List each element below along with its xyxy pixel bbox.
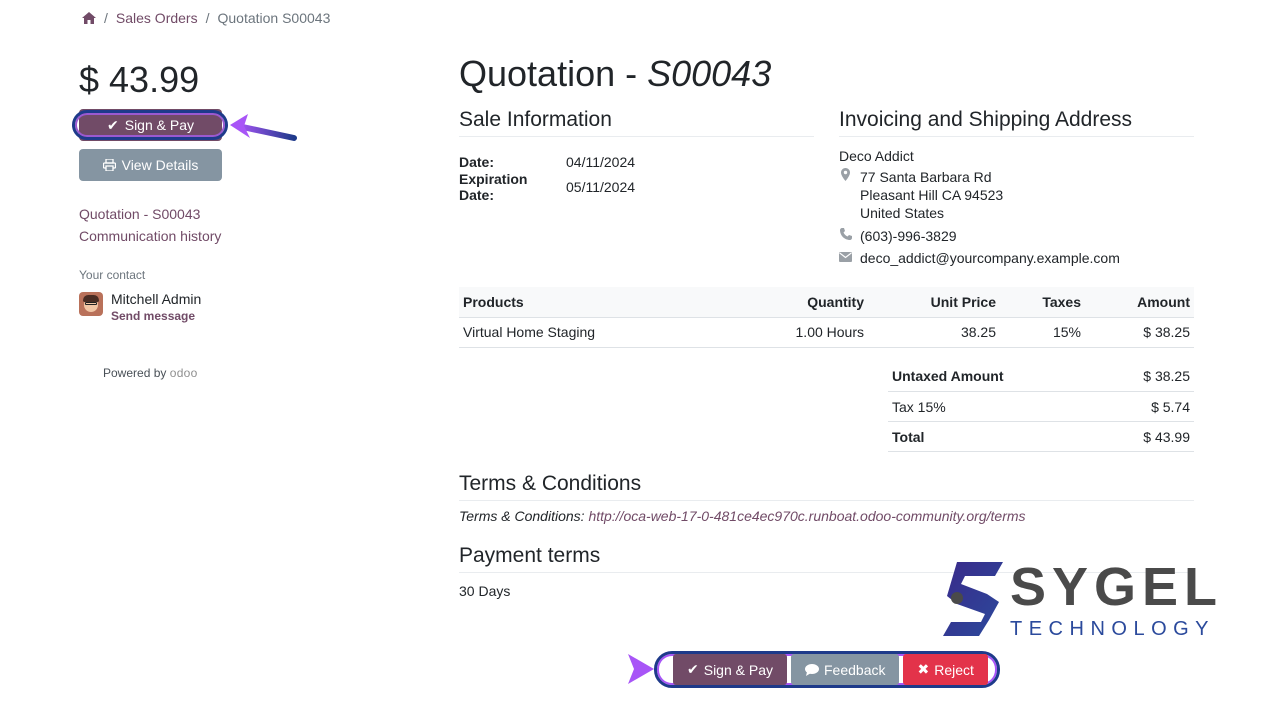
highlight-ring bbox=[72, 110, 228, 140]
cell-amount: $ 38.25 bbox=[1085, 317, 1194, 348]
contact-name: Mitchell Admin bbox=[111, 291, 202, 307]
total-price: $ 43.99 bbox=[79, 59, 200, 100]
page-title: Quotation - S00043 bbox=[459, 53, 772, 94]
check-icon: ✔ bbox=[687, 661, 699, 677]
col-unit-price: Unit Price bbox=[868, 287, 1000, 318]
breadcrumb-separator: / bbox=[104, 10, 108, 26]
untaxed-row: Untaxed Amount $ 38.25 bbox=[888, 361, 1194, 392]
view-details-button[interactable]: View Details bbox=[79, 149, 222, 181]
sygel-subtitle: TECHNOLOGY bbox=[1010, 618, 1216, 640]
address-heading: Invoicing and Shipping Address bbox=[839, 108, 1194, 137]
total-label: Total bbox=[888, 421, 1098, 452]
address-country: United States bbox=[860, 205, 945, 221]
sidebar-links: Quotation - S00043 Communication history bbox=[79, 206, 319, 244]
arrow-left-annotation bbox=[230, 114, 297, 141]
quotation-number: S00043 bbox=[647, 53, 772, 94]
info-row: Sale Information Date: 04/11/2024 Expira… bbox=[459, 108, 1194, 267]
col-quantity: Quantity bbox=[748, 287, 868, 318]
sale-information: Sale Information Date: 04/11/2024 Expira… bbox=[459, 108, 814, 267]
powered-by: Powered by odoo bbox=[103, 366, 198, 380]
comment-icon bbox=[805, 663, 819, 676]
cell-unit-price: 38.25 bbox=[868, 317, 1000, 348]
link-communication-history[interactable]: Communication history bbox=[79, 228, 319, 244]
sale-info-heading: Sale Information bbox=[459, 108, 814, 137]
send-message-link[interactable]: Send message bbox=[111, 309, 201, 323]
contact-card: Mitchell Admin Send message bbox=[79, 291, 319, 323]
expiration-value: 05/11/2024 bbox=[566, 178, 636, 195]
address-section: Invoicing and Shipping Address Deco Addi… bbox=[839, 108, 1194, 267]
terms-link[interactable]: http://oca-web-17-0-481ce4ec970c.runboat… bbox=[588, 508, 1025, 524]
bottom-sign-pay-label: Sign & Pay bbox=[703, 661, 773, 678]
address-street: 77 Santa Barbara Rd bbox=[860, 169, 992, 185]
arrow-right-annotation bbox=[555, 654, 654, 684]
phone-icon bbox=[839, 227, 852, 245]
odoo-logo: odoo bbox=[169, 366, 198, 380]
cell-product: Virtual Home Staging bbox=[459, 317, 748, 348]
link-quotation[interactable]: Quotation - S00043 bbox=[79, 206, 319, 222]
sygel-logo: SYGEL TECHNOLOGY bbox=[943, 560, 1217, 640]
cell-quantity: 1.00 Hours bbox=[748, 317, 868, 348]
date-label: Date: bbox=[459, 153, 495, 170]
table-row: Virtual Home Staging 1.00 Hours 38.25 15… bbox=[459, 317, 1194, 348]
feedback-button[interactable]: Feedback bbox=[791, 654, 900, 685]
view-details-label: View Details bbox=[121, 157, 199, 173]
map-marker-icon bbox=[839, 168, 852, 222]
expiration-label: Expiration Date: bbox=[459, 170, 528, 203]
products-table: Products Quantity Unit Price Taxes Amoun… bbox=[459, 287, 1194, 348]
breadcrumb-current: Quotation S00043 bbox=[217, 10, 331, 26]
terms-heading: Terms & Conditions bbox=[459, 472, 1194, 501]
tax-value: $ 5.74 bbox=[1097, 391, 1194, 422]
envelope-icon bbox=[839, 249, 852, 267]
cell-taxes: 15% bbox=[1000, 317, 1085, 348]
address-city: Pleasant Hill CA 94523 bbox=[860, 187, 1004, 203]
bottom-sign-pay-button[interactable]: ✔ Sign & Pay bbox=[673, 654, 787, 685]
tax-label: Tax 15% bbox=[888, 391, 1098, 422]
print-icon bbox=[102, 159, 116, 171]
avatar bbox=[79, 292, 103, 316]
bottom-action-bar: ✔ Sign & Pay Feedback ✖ Reject bbox=[673, 654, 988, 685]
total-value: $ 43.99 bbox=[1097, 421, 1194, 452]
reject-button[interactable]: ✖ Reject bbox=[903, 654, 988, 685]
address-phone: (603)-996-3829 bbox=[860, 228, 957, 244]
col-taxes: Taxes bbox=[1000, 287, 1085, 318]
address-email: deco_addict@yourcompany.example.com bbox=[860, 250, 1120, 266]
powered-by-label: Powered by bbox=[103, 366, 167, 380]
breadcrumb-separator: / bbox=[205, 10, 210, 26]
terms-text: Terms & Conditions: http://oca-web-17-0-… bbox=[459, 508, 1194, 524]
expiration-row: Expiration Date: 05/11/2024 bbox=[459, 171, 814, 203]
customer-name: Deco Addict bbox=[839, 148, 914, 164]
close-icon: ✖ bbox=[917, 661, 930, 677]
sygel-wordmark: SYGEL bbox=[1010, 557, 1224, 617]
your-contact-label: Your contact bbox=[79, 268, 146, 282]
untaxed-label: Untaxed Amount bbox=[888, 361, 1098, 392]
col-products: Products bbox=[459, 287, 748, 318]
table-header-row: Products Quantity Unit Price Taxes Amoun… bbox=[459, 287, 1194, 318]
feedback-label: Feedback bbox=[824, 661, 886, 678]
total-row: Total $ 43.99 bbox=[888, 421, 1194, 452]
breadcrumb-sales-orders[interactable]: Sales Orders bbox=[116, 10, 198, 26]
date-value: 04/11/2024 bbox=[566, 153, 636, 170]
summary-sidebar: $ 43.99 ✔ Sign & Pay View Details Quotat… bbox=[79, 58, 319, 323]
tax-row: Tax 15% $ 5.74 bbox=[888, 391, 1194, 422]
quotation-main: Quotation - S00043 Sale Information Date… bbox=[459, 52, 1194, 599]
home-icon[interactable] bbox=[82, 12, 96, 24]
untaxed-value: $ 38.25 bbox=[1097, 361, 1194, 392]
totals-table: Untaxed Amount $ 38.25 Tax 15% $ 5.74 To… bbox=[888, 361, 1194, 452]
col-amount: Amount bbox=[1085, 287, 1194, 318]
terms-label: Terms & Conditions: bbox=[459, 508, 589, 524]
reject-label: Reject bbox=[934, 661, 974, 678]
breadcrumb: / Sales Orders / Quotation S00043 bbox=[82, 10, 330, 26]
sygel-s-icon bbox=[943, 562, 1003, 636]
